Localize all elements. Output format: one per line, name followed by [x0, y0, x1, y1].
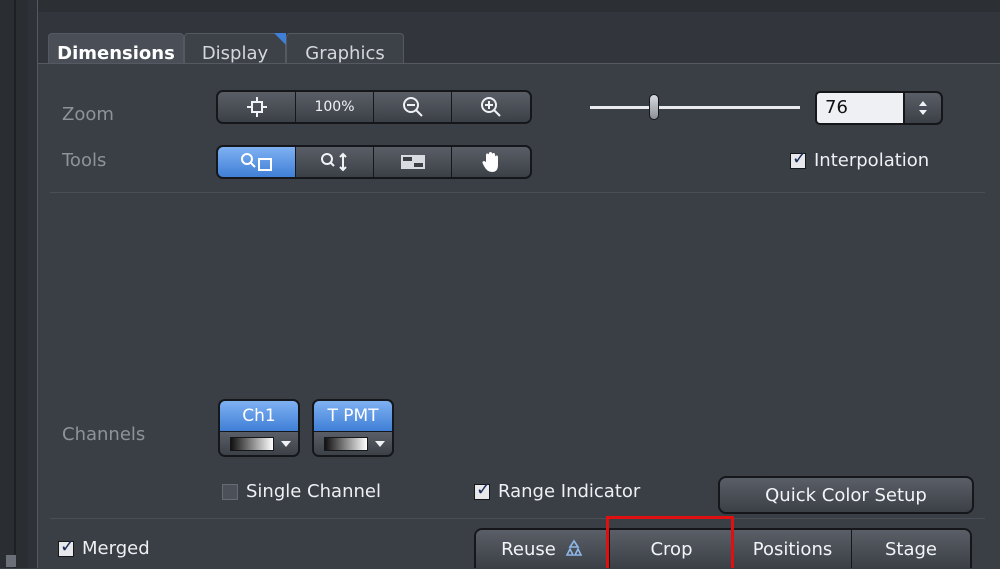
- single-channel-check-box[interactable]: [222, 483, 238, 500]
- bottom-divider: [50, 518, 985, 519]
- checkmark-icon: ✓: [60, 535, 76, 557]
- zoom-vertical-icon: [320, 152, 347, 172]
- stage-button[interactable]: Stage: [852, 530, 970, 568]
- channel-ch1[interactable]: Ch1: [218, 399, 300, 457]
- move-icon: [400, 155, 425, 169]
- channels-label: Channels: [62, 424, 146, 445]
- checkmark-icon: ✓: [476, 478, 492, 500]
- merged-label: Merged: [82, 538, 150, 559]
- zoom-vertical-tool-button[interactable]: [296, 147, 374, 177]
- zoom-slider-track[interactable]: [590, 106, 800, 109]
- zoom-100-button[interactable]: 100%: [296, 92, 374, 122]
- bottom-button-group: Reuse Crop Positions Stage: [474, 528, 972, 568]
- move-tool-button[interactable]: [374, 147, 452, 177]
- checkmark-icon: ✓: [792, 147, 808, 169]
- interpolation-checkbox[interactable]: ✓ Interpolation: [790, 148, 930, 171]
- tab-corner-marker: [274, 33, 286, 45]
- range-indicator-check-box[interactable]: ✓: [474, 479, 491, 500]
- quick-color-setup-button[interactable]: Quick Color Setup: [718, 476, 974, 514]
- left-dock-strip: [0, 0, 28, 568]
- reuse-button[interactable]: Reuse: [476, 530, 610, 568]
- fit-to-frame-icon: [246, 97, 267, 117]
- hand-tool-button[interactable]: [452, 147, 530, 177]
- lut-gradient-icon: [230, 437, 274, 451]
- tools-button-group: [216, 145, 532, 179]
- merged-checkbox[interactable]: ✓ Merged: [58, 536, 150, 559]
- interpolation-check-box[interactable]: ✓: [790, 148, 807, 169]
- zoom-spinner-button[interactable]: [905, 91, 943, 125]
- dock-handle[interactable]: [6, 555, 16, 567]
- recycle-icon: [565, 539, 583, 556]
- zoom-slider-thumb[interactable]: [649, 94, 659, 120]
- tab-bar: Dimensions Display Graphics: [38, 12, 1000, 73]
- hand-icon: [482, 152, 498, 172]
- single-channel-checkbox[interactable]: Single Channel: [222, 481, 381, 502]
- chevron-down-icon: [281, 441, 291, 447]
- tools-label: Tools: [62, 150, 107, 171]
- crop-button[interactable]: Crop: [610, 530, 734, 568]
- zoom-in-button[interactable]: [452, 92, 530, 122]
- lut-gradient-icon: [324, 437, 368, 451]
- channel-ch1-label: Ch1: [220, 401, 298, 431]
- zoom-rect-tool-button[interactable]: [218, 147, 296, 177]
- fit-to-frame-button[interactable]: [218, 92, 296, 122]
- panel-border: [28, 0, 38, 568]
- interpolation-label: Interpolation: [814, 150, 930, 171]
- dock-divider: [14, 0, 16, 568]
- merged-check-box[interactable]: ✓: [58, 536, 75, 557]
- section-divider: [50, 192, 985, 193]
- zoom-out-icon: [402, 97, 423, 117]
- channel-tpmt-label: T PMT: [314, 401, 392, 431]
- channel-tpmt-lut[interactable]: [314, 431, 392, 455]
- channel-ch1-lut[interactable]: [220, 431, 298, 455]
- zoom-in-icon: [481, 97, 501, 117]
- zoom-100-label: 100%: [314, 99, 355, 115]
- zoom-out-button[interactable]: [374, 92, 452, 122]
- channel-tpmt[interactable]: T PMT: [312, 399, 394, 457]
- range-indicator-label: Range Indicator: [498, 481, 641, 502]
- zoom-button-group: 100%: [216, 90, 532, 124]
- zoom-rect-icon: [240, 153, 272, 171]
- tab-display-label: Display: [201, 43, 269, 64]
- positions-button[interactable]: Positions: [734, 530, 852, 568]
- spinner-arrows-icon: [919, 101, 927, 115]
- chevron-down-icon: [375, 441, 385, 447]
- reuse-label: Reuse: [501, 538, 556, 560]
- zoom-label: Zoom: [62, 104, 114, 125]
- top-band: [38, 0, 1000, 12]
- range-indicator-checkbox[interactable]: ✓ Range Indicator: [474, 479, 641, 502]
- zoom-value-input[interactable]: 76: [815, 91, 905, 125]
- single-channel-label: Single Channel: [246, 481, 381, 502]
